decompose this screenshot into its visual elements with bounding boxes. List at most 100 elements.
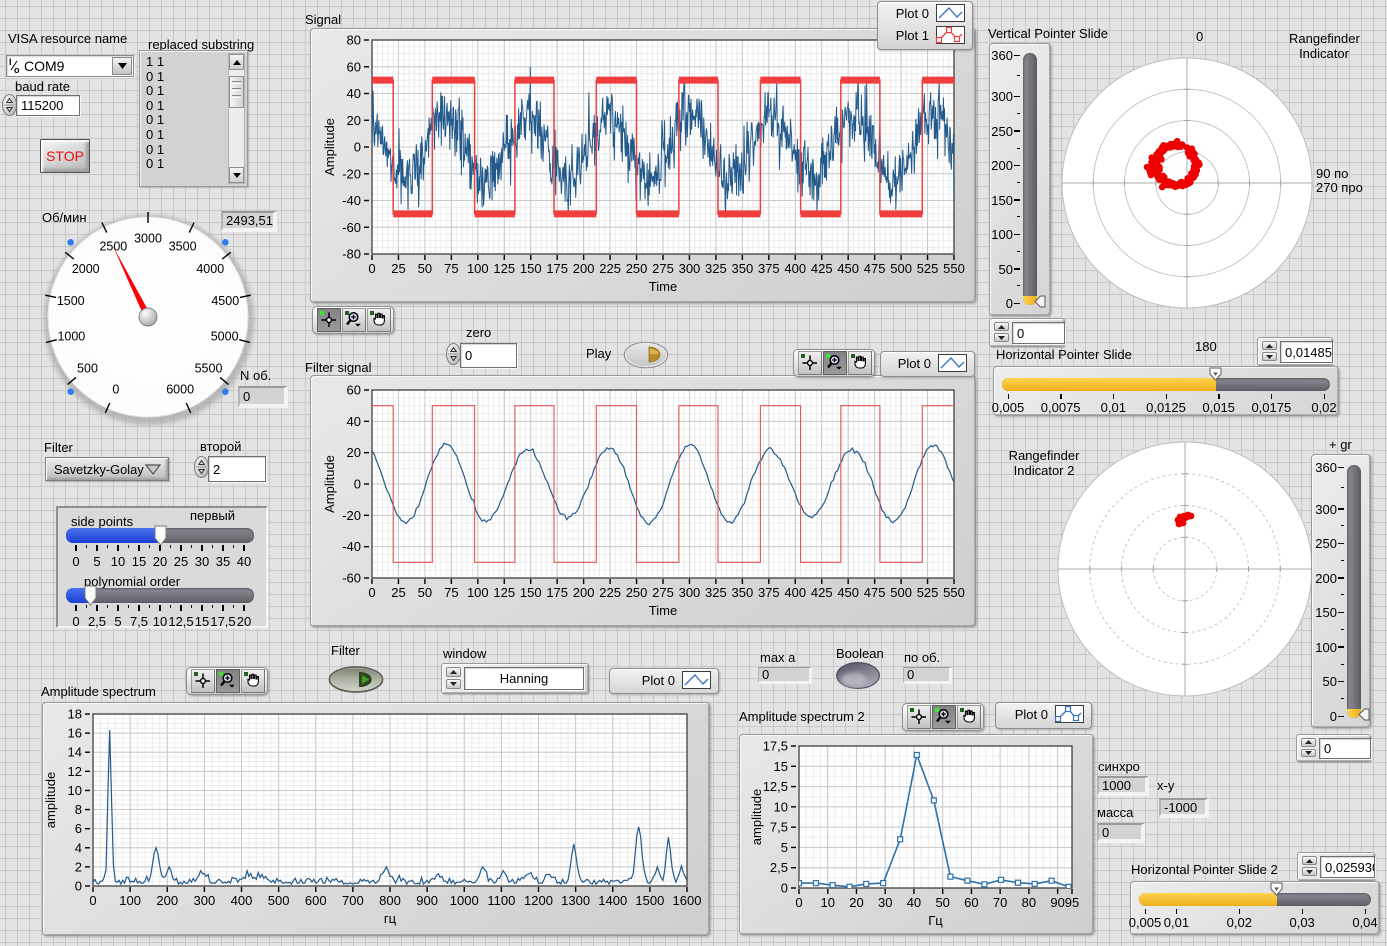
play-toggle[interactable] bbox=[623, 341, 669, 372]
signal-graph-palette[interactable] bbox=[312, 306, 394, 334]
list-item[interactable]: 0 1 bbox=[142, 127, 164, 142]
filter-signal-graph-palette[interactable] bbox=[793, 349, 875, 377]
vslide1-spinner[interactable] bbox=[994, 322, 1009, 342]
spin-down-button[interactable] bbox=[446, 679, 461, 689]
spectrum-graph-palette[interactable] bbox=[186, 667, 268, 695]
zoom-tool-button[interactable] bbox=[823, 351, 847, 375]
pan-tool-button[interactable] bbox=[367, 308, 391, 332]
list-item[interactable]: 0 1 bbox=[142, 83, 164, 98]
zero-field[interactable]: 0 bbox=[460, 343, 517, 368]
filter-signal-chart[interactable]: 0255075100125150175200225250275300325350… bbox=[310, 375, 976, 627]
slide-thumb[interactable] bbox=[1209, 367, 1222, 381]
visa-dropdown-button[interactable] bbox=[112, 57, 132, 75]
spectrum2-chart[interactable]: 01020304050607080909502,557,51012,51517,… bbox=[739, 734, 1094, 935]
pan-tool-button[interactable] bbox=[848, 351, 872, 375]
cursor-tool-button[interactable] bbox=[798, 351, 822, 375]
listbox-scrollbar[interactable] bbox=[228, 53, 245, 184]
window-enum[interactable]: Hanning bbox=[441, 663, 589, 694]
slider-thumb[interactable] bbox=[154, 525, 167, 546]
zoom-tool-button[interactable] bbox=[216, 669, 240, 693]
zoom-tool-button[interactable] bbox=[932, 705, 956, 729]
vslide2-spinner[interactable] bbox=[1301, 738, 1316, 757]
spin-down-button[interactable] bbox=[1302, 867, 1317, 876]
vertical-pointer-slide-2[interactable]: 050100150200250300360 bbox=[1311, 454, 1371, 728]
boolean-toggle[interactable] bbox=[835, 661, 881, 693]
scroll-up-button[interactable] bbox=[229, 54, 244, 70]
slide-thumb[interactable] bbox=[1034, 295, 1046, 308]
signal-legend[interactable]: Plot 0Plot 1 bbox=[877, 1, 973, 50]
cursor-tool-button[interactable] bbox=[907, 705, 931, 729]
replaced-substring-listbox[interactable]: 1 10 10 10 10 10 10 10 1 bbox=[139, 50, 248, 187]
spectrum-legend[interactable]: Plot 0 bbox=[609, 668, 719, 694]
slide-thumb[interactable] bbox=[1270, 882, 1283, 896]
window-value-field[interactable]: Hanning bbox=[464, 667, 584, 690]
scroll-thumb[interactable] bbox=[229, 76, 244, 108]
spectrum2-graph-palette[interactable] bbox=[902, 703, 984, 731]
hslide1-value-field[interactable]: 0,014857 bbox=[1280, 341, 1333, 363]
legend-row[interactable]: Plot 0 bbox=[610, 669, 718, 691]
horizontal-pointer-slide[interactable]: 0,0050,00750,010,01250,0150,01750,02 bbox=[993, 366, 1339, 416]
vslide2-value-field[interactable]: 0 bbox=[1319, 738, 1371, 759]
window-spinner[interactable] bbox=[446, 667, 461, 689]
baud-rate-spinner[interactable] bbox=[2, 94, 17, 120]
legend-plot-icon[interactable] bbox=[936, 26, 965, 44]
stop-button[interactable]: STOP bbox=[40, 139, 90, 173]
list-item[interactable]: 0 1 bbox=[142, 112, 164, 127]
hslide2-spinner[interactable] bbox=[1302, 856, 1317, 876]
pan-tool-button[interactable] bbox=[957, 705, 981, 729]
legend-plot-icon[interactable] bbox=[938, 354, 967, 372]
hslide1-numeric[interactable]: 0,014857 bbox=[1257, 337, 1333, 366]
spin-up-button[interactable] bbox=[1301, 738, 1316, 747]
legend-row[interactable]: Plot 1 bbox=[878, 24, 972, 46]
vslide1-numeric[interactable]: 0 bbox=[989, 318, 1065, 347]
spin-up-button[interactable] bbox=[1302, 856, 1317, 865]
spectrum-chart[interactable]: 0100200300400500600700800900100011001200… bbox=[42, 702, 710, 936]
cursor-tool-button[interactable] bbox=[191, 669, 215, 693]
spectrum2-legend[interactable]: Plot 0 bbox=[995, 702, 1092, 729]
slider-thumb[interactable] bbox=[84, 585, 97, 606]
legend-plot-icon[interactable] bbox=[936, 4, 965, 22]
legend-row[interactable]: Plot 0 bbox=[881, 352, 974, 374]
filter-ring-dropdown[interactable]: Savetzky-Golay bbox=[45, 457, 169, 481]
spin-down-button[interactable] bbox=[1301, 749, 1316, 758]
horizontal-pointer-slide-2[interactable]: 0,0050,010,020,030,04 bbox=[1130, 881, 1380, 935]
filter-signal-legend[interactable]: Plot 0 bbox=[880, 351, 975, 377]
signal-chart[interactable]: 0255075100125150175200225250275300325350… bbox=[310, 28, 976, 303]
hslide2-numeric[interactable]: 0,025930 bbox=[1297, 852, 1375, 881]
baud-rate-field[interactable]: 115200 bbox=[16, 95, 80, 116]
hslide1-spinner[interactable] bbox=[1262, 341, 1277, 361]
slide-thumb[interactable] bbox=[1358, 708, 1370, 721]
list-item[interactable]: 0 1 bbox=[142, 142, 164, 157]
vtoroy-field[interactable]: 2 bbox=[208, 456, 266, 482]
zoom-tool-button[interactable] bbox=[342, 308, 366, 332]
side-points-slider[interactable]: 0510152025303540 bbox=[66, 528, 254, 572]
filter-toggle[interactable] bbox=[328, 666, 384, 696]
zero-spinner[interactable] bbox=[446, 343, 461, 369]
list-item[interactable]: 0 1 bbox=[142, 69, 164, 84]
cursor-tool-button[interactable] bbox=[317, 308, 341, 332]
slide-track[interactable] bbox=[1002, 378, 1330, 391]
legend-plot-icon[interactable] bbox=[1055, 705, 1084, 723]
polynomial-order-slider[interactable]: 02,557,51012,51517,520 bbox=[66, 588, 254, 632]
spin-down-button[interactable] bbox=[1262, 352, 1277, 361]
pan-tool-button[interactable] bbox=[241, 669, 265, 693]
list-item[interactable]: 0 1 bbox=[142, 98, 164, 113]
spin-up-button[interactable] bbox=[446, 667, 461, 677]
list-item[interactable]: 1 1 bbox=[142, 54, 164, 69]
list-item[interactable]: 0 1 bbox=[142, 156, 164, 171]
scroll-down-button[interactable] bbox=[229, 167, 244, 183]
vertical-pointer-slide[interactable]: 050100150200250300360 bbox=[989, 43, 1051, 316]
vtoroy-spinner[interactable] bbox=[194, 456, 209, 482]
slide-track[interactable] bbox=[1347, 465, 1361, 718]
slide-track[interactable] bbox=[1023, 53, 1037, 305]
spin-up-button[interactable] bbox=[994, 322, 1009, 331]
visa-resource-combo[interactable]: I o COM9 bbox=[6, 55, 134, 77]
hslide2-value-field[interactable]: 0,025930 bbox=[1320, 856, 1375, 878]
slide-track[interactable] bbox=[1139, 893, 1371, 906]
spin-down-button[interactable] bbox=[994, 333, 1009, 342]
vslide2-numeric[interactable]: 0 bbox=[1296, 734, 1371, 762]
spin-up-button[interactable] bbox=[1262, 341, 1277, 350]
rpm-gauge[interactable]: 0500100015002000250030003500400045005000… bbox=[36, 205, 260, 429]
legend-plot-icon[interactable] bbox=[682, 671, 711, 689]
legend-row[interactable]: Plot 0 bbox=[878, 2, 972, 24]
